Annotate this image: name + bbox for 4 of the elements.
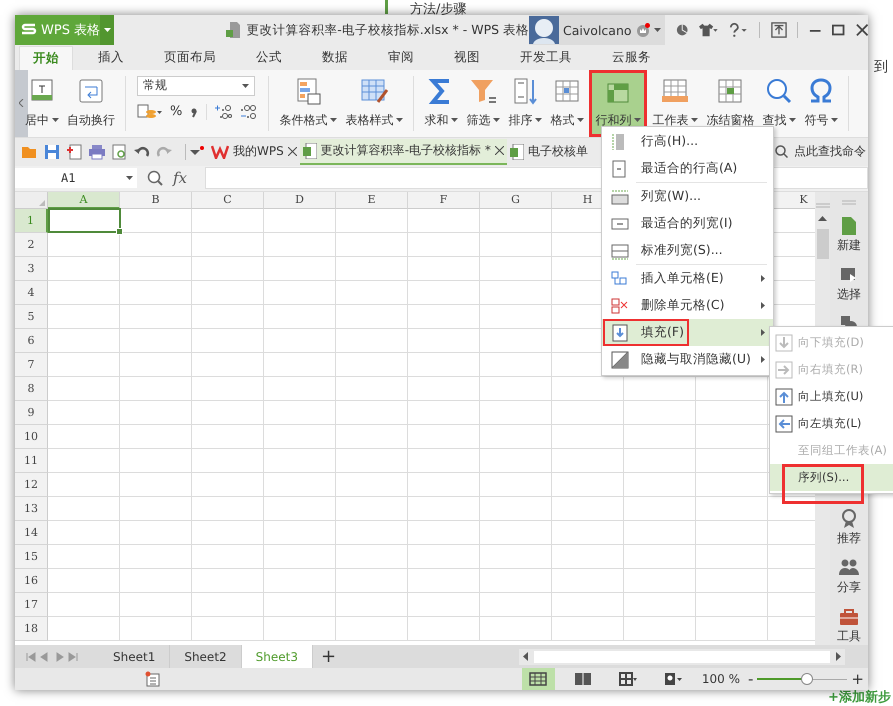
window-title: 更改计算容积率-电子校核指标.xlsx * - WPS 表格: [246, 22, 530, 38]
page-heading: 方法/步骤: [410, 1, 466, 18]
page-text: 到: [874, 58, 888, 76]
zoom-level: 100 %: [702, 672, 740, 686]
